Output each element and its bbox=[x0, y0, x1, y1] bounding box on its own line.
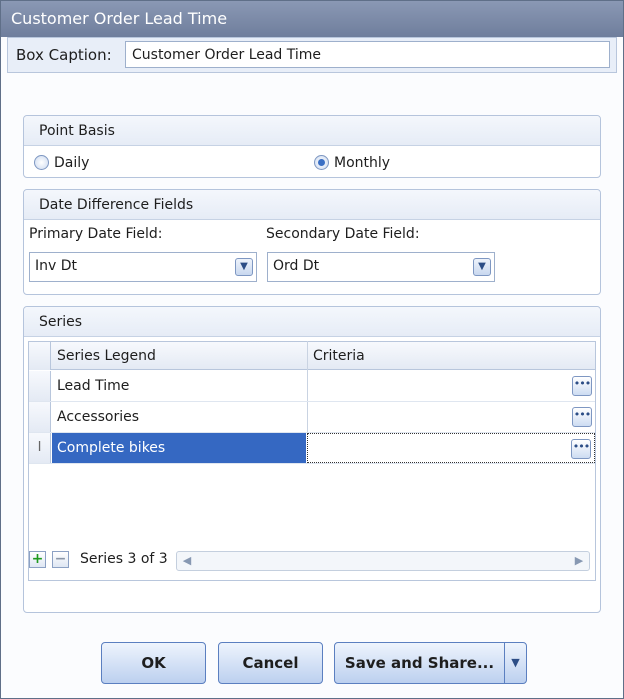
primary-date-dropdown-icon[interactable]: ▼ bbox=[235, 258, 253, 276]
radio-daily-indicator bbox=[34, 154, 49, 170]
column-header-criteria[interactable]: Criteria bbox=[307, 341, 595, 371]
series-legend-cell[interactable]: Lead Time bbox=[52, 371, 306, 401]
table-row-selected[interactable]: I Complete bikes ••• bbox=[29, 433, 595, 464]
column-header-series-legend[interactable]: Series Legend bbox=[52, 341, 306, 371]
series-header: Series bbox=[24, 307, 600, 337]
horizontal-scrollbar[interactable]: ◀ ▶ bbox=[176, 551, 590, 571]
criteria-cell[interactable]: ••• bbox=[307, 371, 595, 401]
save-and-share-button[interactable]: Save and Share... ▼ bbox=[334, 642, 527, 684]
scroll-left-icon[interactable]: ◀ bbox=[179, 553, 195, 569]
series-group: Series Series Legend Criteria Lead Time … bbox=[23, 306, 601, 613]
secondary-date-label: Secondary Date Field: bbox=[266, 226, 420, 242]
box-caption-input[interactable] bbox=[125, 41, 610, 68]
cancel-button[interactable]: Cancel bbox=[218, 642, 323, 684]
radio-daily[interactable]: Daily bbox=[34, 154, 89, 172]
point-basis-group: Point Basis Daily Monthly bbox=[23, 115, 601, 178]
radio-daily-label: Daily bbox=[54, 155, 90, 171]
series-legend-cell[interactable]: Accessories bbox=[52, 402, 306, 432]
radio-monthly[interactable]: Monthly bbox=[314, 154, 390, 172]
ellipsis-button[interactable]: ••• bbox=[572, 407, 592, 427]
series-legend-cell[interactable]: Complete bikes bbox=[52, 433, 306, 463]
secondary-date-value: Ord Dt bbox=[273, 258, 320, 274]
row-selector[interactable] bbox=[29, 402, 51, 432]
series-navigator: + − Series 3 of 3 ◀ ▶ bbox=[24, 547, 600, 573]
primary-date-combo[interactable]: Inv Dt ▼ bbox=[29, 252, 257, 282]
ellipsis-button[interactable]: ••• bbox=[571, 439, 591, 459]
window-title: Customer Order Lead Time bbox=[1, 1, 623, 37]
header-row-selector bbox=[29, 342, 51, 370]
series-grid-header: Series Legend Criteria bbox=[29, 341, 595, 371]
remove-series-icon[interactable]: − bbox=[52, 551, 69, 568]
table-row[interactable]: Accessories ••• bbox=[29, 402, 595, 433]
add-series-icon[interactable]: + bbox=[29, 551, 46, 568]
dialog-window: Customer Order Lead Time Box Caption: Po… bbox=[0, 0, 624, 699]
save-and-share-label: Save and Share... bbox=[344, 654, 495, 672]
radio-monthly-indicator bbox=[314, 154, 329, 170]
scroll-right-icon[interactable]: ▶ bbox=[571, 553, 587, 569]
date-difference-group: Date Difference Fields Primary Date Fiel… bbox=[23, 189, 601, 295]
secondary-date-combo[interactable]: Ord Dt ▼ bbox=[267, 252, 495, 282]
ok-button[interactable]: OK bbox=[101, 642, 206, 684]
secondary-date-dropdown-icon[interactable]: ▼ bbox=[473, 258, 491, 276]
box-caption-label: Box Caption: bbox=[16, 46, 112, 64]
point-basis-header: Point Basis bbox=[24, 116, 600, 146]
primary-date-value: Inv Dt bbox=[35, 258, 78, 274]
series-count-status: Series 3 of 3 bbox=[80, 551, 168, 567]
criteria-cell[interactable]: ••• bbox=[307, 433, 595, 463]
criteria-cell[interactable]: ••• bbox=[307, 402, 595, 432]
row-selector[interactable] bbox=[29, 371, 51, 401]
primary-date-label: Primary Date Field: bbox=[29, 226, 163, 242]
save-and-share-dropdown-icon[interactable]: ▼ bbox=[504, 643, 526, 683]
table-row[interactable]: Lead Time ••• bbox=[29, 371, 595, 402]
box-caption-row: Box Caption: bbox=[7, 37, 617, 73]
series-grid: Series Legend Criteria Lead Time ••• Acc… bbox=[28, 341, 596, 581]
radio-monthly-label: Monthly bbox=[334, 155, 391, 171]
row-selector-edit-marker[interactable]: I bbox=[29, 433, 51, 463]
date-difference-header: Date Difference Fields bbox=[24, 190, 600, 220]
ellipsis-button[interactable]: ••• bbox=[572, 376, 592, 396]
